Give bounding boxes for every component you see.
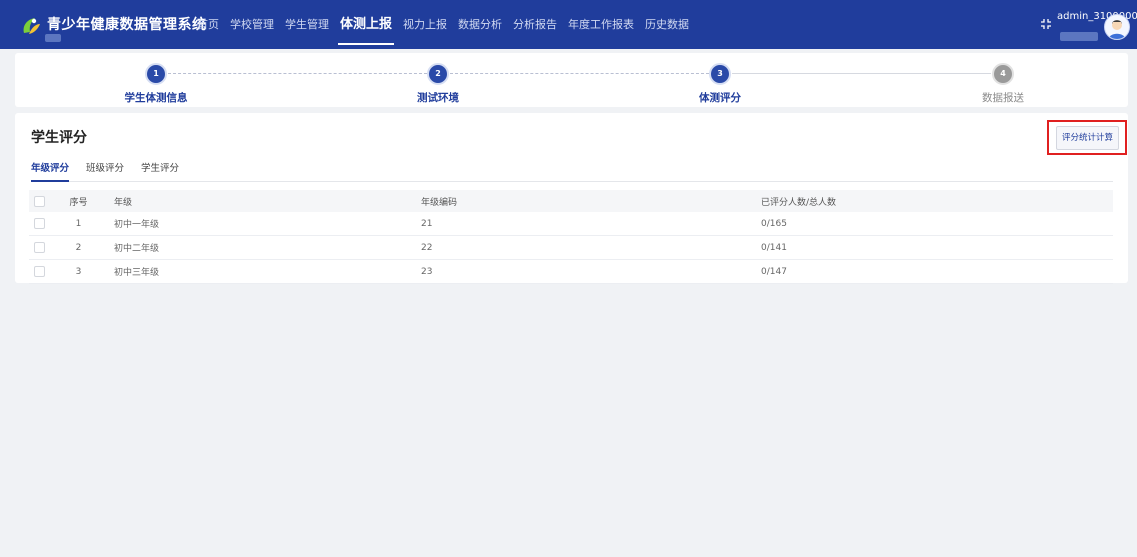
- nav-item-physical-test-report[interactable]: 体测上报: [337, 0, 395, 49]
- nav-item-school-management[interactable]: 学校管理: [230, 0, 274, 49]
- scoring-tabs: 年级评分 班级评分 学生评分: [31, 161, 1113, 182]
- step-data-submission[interactable]: 4 数据报送: [943, 63, 1063, 105]
- row-index: 1: [75, 218, 82, 229]
- step-label: 体测评分: [699, 92, 741, 104]
- row-index: 2: [75, 242, 82, 253]
- fullscreen-icon[interactable]: [1040, 18, 1052, 30]
- row-grade-code: 21: [421, 218, 433, 229]
- table-row[interactable]: 3 初中三年级 23 0/147: [29, 260, 1113, 284]
- row-grade-code: 22: [421, 242, 433, 253]
- table-row[interactable]: 1 初中一年级 21 0/165: [29, 212, 1113, 236]
- top-navigation-bar: 青少年健康数据管理系统 首页 学校管理 学生管理 体测上报 视力上报 数据分析 …: [0, 0, 1137, 49]
- row-grade: 初中一年级: [114, 220, 160, 230]
- table-header: 序号 年级 年级编码 已评分人数/总人数: [29, 190, 1113, 212]
- header-index: 序号: [69, 197, 88, 208]
- step-label: 数据报送: [982, 92, 1024, 104]
- row-grade: 初中三年级: [114, 268, 160, 278]
- nav-item-vision-report[interactable]: 视力上报: [403, 0, 447, 49]
- step-number: 1: [145, 63, 167, 85]
- step-number: 3: [709, 63, 731, 85]
- grade-scoring-table: 序号 年级 年级编码 已评分人数/总人数 1 初中一年级 21 0/165 2 …: [29, 190, 1113, 284]
- step-number: 2: [427, 63, 449, 85]
- main-nav: 首页 学校管理 学生管理 体测上报 视力上报 数据分析 分析报告 年度工作报表 …: [197, 0, 700, 49]
- select-all-checkbox[interactable]: [34, 195, 45, 207]
- row-grade-code: 23: [421, 266, 433, 277]
- tab-class-scoring[interactable]: 班级评分: [86, 161, 124, 180]
- redacted-user-info: [1060, 32, 1098, 41]
- nav-item-home[interactable]: 首页: [197, 0, 219, 49]
- row-grade: 初中二年级: [114, 244, 160, 254]
- table-row[interactable]: 2 初中二年级 22 0/141: [29, 236, 1113, 260]
- header-scored-count: 已评分人数/总人数: [761, 197, 837, 208]
- app-logo-icon: [23, 18, 40, 34]
- nav-item-annual-work-report[interactable]: 年度工作报表: [568, 0, 634, 49]
- row-scored-count: 0/147: [761, 266, 787, 277]
- page-title: 学生评分: [31, 130, 87, 146]
- row-checkbox[interactable]: [34, 242, 45, 253]
- nav-item-data-analysis[interactable]: 数据分析: [458, 0, 502, 49]
- row-index: 3: [75, 266, 82, 277]
- tab-grade-scoring[interactable]: 年级评分: [31, 161, 70, 182]
- nav-item-student-management[interactable]: 学生管理: [285, 0, 329, 49]
- step-label: 测试环境: [417, 92, 459, 104]
- row-checkbox[interactable]: [34, 218, 45, 229]
- nav-item-analysis-report[interactable]: 分析报告: [513, 0, 557, 49]
- avatar-icon[interactable]: [1104, 14, 1130, 40]
- step-test-scoring[interactable]: 3 体测评分: [660, 63, 780, 105]
- step-student-test-info[interactable]: 1 学生体测信息: [96, 63, 216, 105]
- redacted-subtitle: [45, 34, 61, 42]
- student-scoring-panel: 学生评分 评分统计计算 年级评分 班级评分 学生评分 序号 年级 年级编码 已评…: [15, 113, 1128, 284]
- score-statistics-button[interactable]: 评分统计计算: [1056, 126, 1119, 150]
- tab-student-scoring[interactable]: 学生评分: [141, 161, 179, 180]
- row-scored-count: 0/141: [761, 242, 787, 253]
- app-title: 青少年健康数据管理系统: [47, 17, 207, 33]
- step-label: 学生体测信息: [124, 92, 188, 104]
- row-checkbox[interactable]: [34, 266, 45, 277]
- header-grade: 年级: [114, 197, 133, 208]
- row-scored-count: 0/165: [761, 218, 787, 229]
- nav-item-history-data[interactable]: 历史数据: [645, 0, 689, 49]
- step-test-environment[interactable]: 2 测试环境: [378, 63, 498, 105]
- step-number: 4: [992, 63, 1014, 85]
- header-grade-code: 年级编码: [421, 197, 458, 208]
